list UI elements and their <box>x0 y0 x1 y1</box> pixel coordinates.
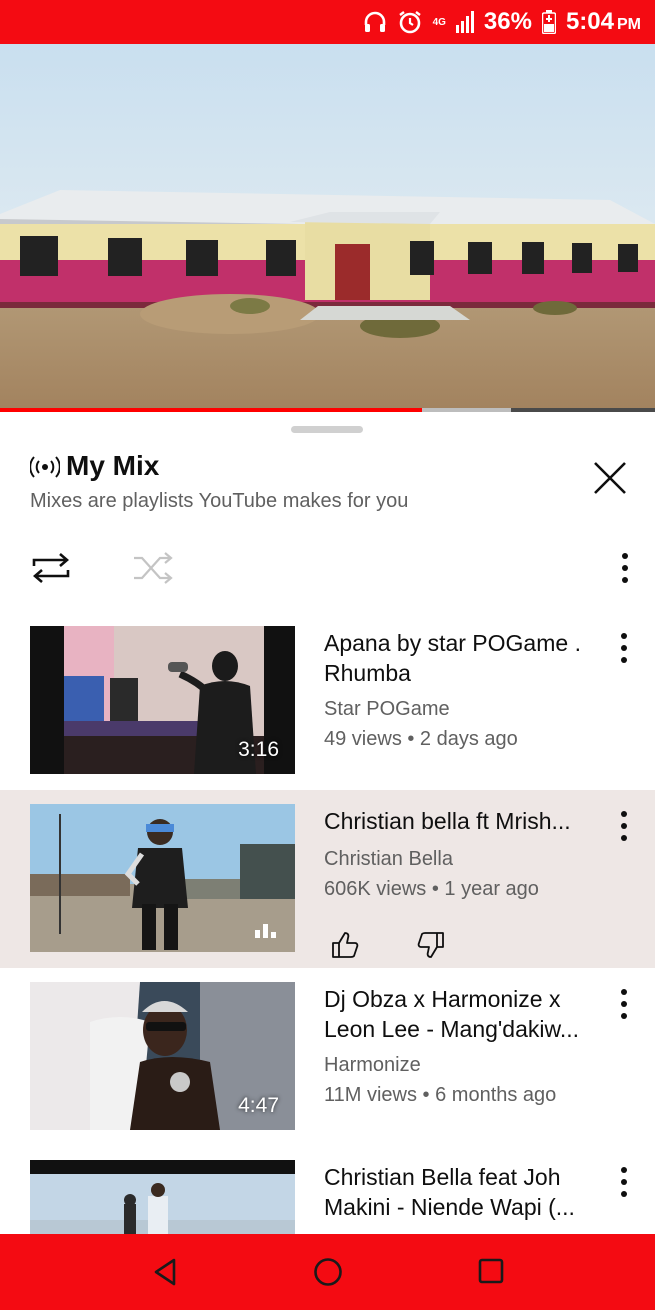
thumbs-up-icon <box>332 932 359 958</box>
video-thumbnail[interactable] <box>30 804 295 952</box>
video-title: Dj Obza x Harmonize x Leon Lee - Mang'da… <box>324 986 579 1042</box>
navigation-bar <box>0 1234 655 1310</box>
playlist-item-4[interactable]: Christian Bella feat Joh Makini - Niende… <box>0 1146 655 1234</box>
mix-panel: My Mix Mixes are playlists YouTube makes… <box>0 412 655 1234</box>
video-thumbnail[interactable]: 4:47 <box>30 982 295 1130</box>
recents-button[interactable] <box>476 1256 506 1286</box>
video-meta: 606K views • 1 year ago <box>324 878 539 900</box>
repeat-icon <box>32 553 70 583</box>
clock-ampm: PM <box>617 16 641 33</box>
status-bar-right: 4G 36% 5:04 PM <box>363 0 641 44</box>
item-more-button[interactable] <box>610 986 638 1022</box>
close-button[interactable] <box>588 456 632 500</box>
more-vert-icon <box>621 633 627 663</box>
video-meta: 11M views • 6 months ago <box>324 1084 557 1106</box>
playlist-item-1[interactable]: 3:16 Apana by star POGame . Rhumba Star … <box>0 612 655 782</box>
more-vert-icon <box>621 989 627 1019</box>
thumbs-down-icon <box>417 932 444 958</box>
signal-icon <box>455 11 474 33</box>
network-type: 4G <box>432 16 446 28</box>
battery-charging-icon <box>541 10 556 34</box>
video-meta: 49 views • 2 days ago <box>324 728 518 750</box>
video-frame <box>0 44 655 412</box>
headphones-icon <box>363 10 387 34</box>
clock: 5:04 PM <box>566 8 641 36</box>
status-bar: 4G 36% 5:04 PM <box>0 0 655 44</box>
duration-badge: 4:47 <box>238 1094 279 1117</box>
playlist-item-2[interactable]: Christian bella ft Mrish... Christian Be… <box>0 790 655 968</box>
back-button[interactable] <box>150 1256 182 1288</box>
mix-title: My Mix <box>66 450 160 481</box>
channel-name: Christian Bella <box>324 848 453 870</box>
mix-subtitle: Mixes are playlists YouTube makes for yo… <box>30 490 409 512</box>
like-button[interactable] <box>330 930 360 960</box>
video-thumbnail[interactable]: 3:16 <box>30 626 295 774</box>
dislike-button[interactable] <box>416 930 446 960</box>
shuffle-icon <box>134 552 173 584</box>
video-title: Christian bella ft Mrish... <box>324 808 571 834</box>
channel-name: Harmonize <box>324 1054 421 1076</box>
back-icon <box>154 1258 176 1286</box>
duration-badge: 3:16 <box>238 738 279 761</box>
video-thumbnail[interactable] <box>30 1160 295 1234</box>
home-button[interactable] <box>312 1256 344 1288</box>
item-more-button[interactable] <box>610 808 638 844</box>
video-player[interactable] <box>0 44 655 412</box>
recents-icon <box>478 1258 504 1284</box>
item-more-button[interactable] <box>610 1164 638 1200</box>
mix-more-button[interactable] <box>610 550 640 586</box>
thumbnail-image <box>30 1160 295 1234</box>
now-playing-icon <box>255 924 277 938</box>
item-more-button[interactable] <box>610 630 638 666</box>
more-vert-icon <box>621 811 627 841</box>
more-vert-icon <box>621 1167 627 1197</box>
repeat-button[interactable] <box>28 548 74 588</box>
home-icon <box>314 1258 342 1286</box>
shuffle-button[interactable] <box>130 548 176 588</box>
clock-time: 5:04 <box>565 8 614 35</box>
video-title: Christian Bella feat Joh Makini - Niende… <box>324 1164 575 1220</box>
playlist-item-3[interactable]: 4:47 Dj Obza x Harmonize x Leon Lee - Ma… <box>0 968 655 1146</box>
video-title: Apana by star POGame . Rhumba <box>324 630 581 686</box>
more-vert-icon <box>622 553 628 583</box>
close-icon <box>594 462 626 494</box>
channel-name: Star POGame <box>324 698 450 720</box>
alarm-icon <box>397 9 423 35</box>
drag-handle[interactable] <box>291 426 363 433</box>
broadcast-icon <box>29 456 61 478</box>
battery-percent: 36% <box>483 8 532 35</box>
